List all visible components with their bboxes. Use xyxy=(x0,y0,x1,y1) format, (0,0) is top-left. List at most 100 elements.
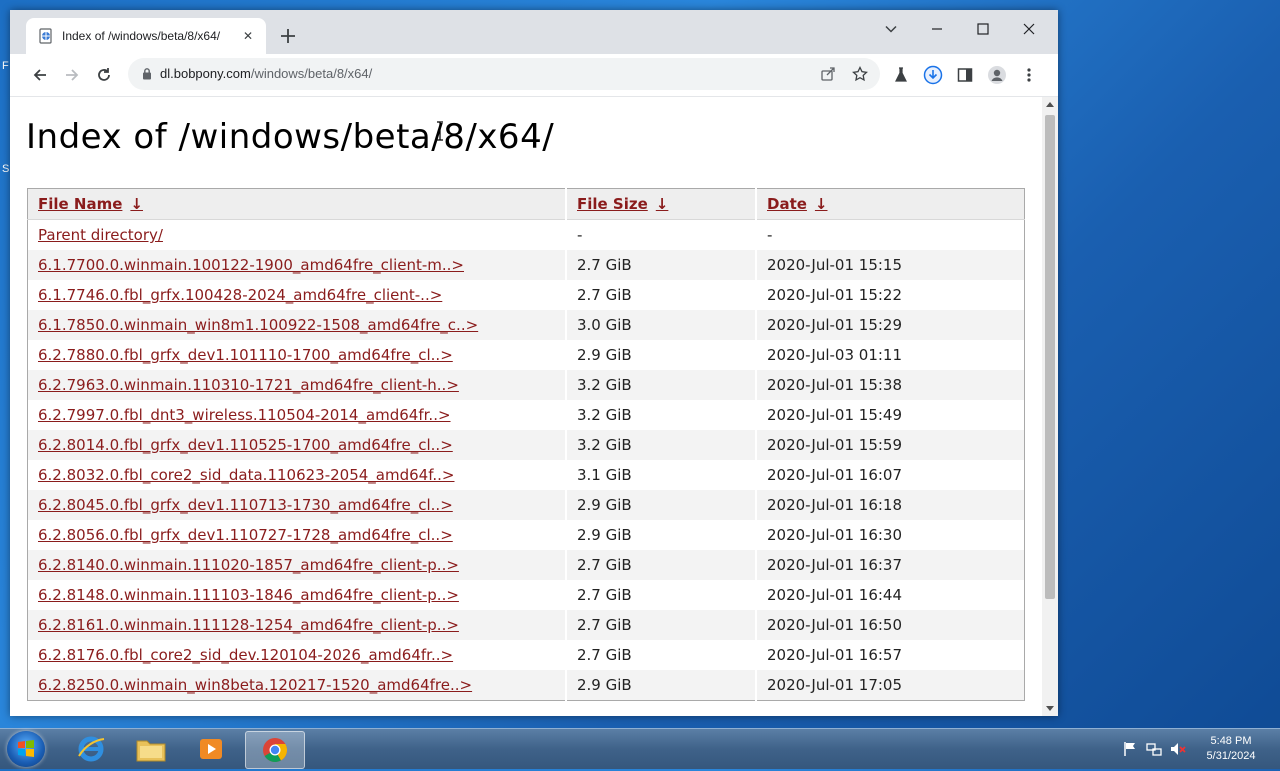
star-icon[interactable] xyxy=(850,64,870,84)
maximize-icon[interactable] xyxy=(972,18,994,40)
forward-arrow-icon[interactable] xyxy=(60,63,84,87)
sort-by-date-link[interactable]: Date ↓ xyxy=(767,195,828,213)
desktop-icon-label-fragment: S xyxy=(2,163,10,175)
clock-time: 5:48 PM xyxy=(1210,735,1252,747)
file-date-cell: 2020-Jul-01 15:22 xyxy=(755,280,1025,310)
action-center-flag-icon[interactable] xyxy=(1122,741,1138,757)
table-row: 6.2.8056.0.fbl_grfx_dev1.110727-1728_amd… xyxy=(28,520,1025,550)
file-link[interactable]: 6.1.7850.0.winmain_win8m1.100922-1508_am… xyxy=(38,316,478,334)
file-date-cell: 2020-Jul-01 16:07 xyxy=(755,460,1025,490)
file-link[interactable]: 6.2.8148.0.winmain.111103-1846_amd64fre_… xyxy=(38,586,459,604)
system-clock[interactable]: 5:48 PM 5/31/2024 xyxy=(1196,734,1266,764)
file-date-cell: 2020-Jul-01 15:15 xyxy=(755,250,1025,280)
file-link[interactable]: 6.2.8161.0.winmain.111128-1254_amd64fre_… xyxy=(38,616,459,634)
tab-close-icon[interactable]: ✕ xyxy=(240,28,256,44)
lock-icon[interactable] xyxy=(142,67,152,80)
file-link[interactable]: 6.2.8056.0.fbl_grfx_dev1.110727-1728_amd… xyxy=(38,526,453,544)
back-arrow-icon[interactable] xyxy=(28,63,52,87)
file-date-cell: 2020-Jul-01 16:30 xyxy=(755,520,1025,550)
browser-titlebar: Index of /windows/beta/8/x64/ ✕ xyxy=(10,10,1058,54)
file-link[interactable]: 6.2.7963.0.winmain.110310-1721_amd64fre_… xyxy=(38,376,459,394)
column-header-date[interactable]: Date ↓ xyxy=(755,188,1025,220)
file-size-cell: 2.7 GiB xyxy=(565,580,756,610)
url-host: dl.bobpony.com xyxy=(160,66,251,81)
file-size-cell: 3.2 GiB xyxy=(565,400,756,430)
file-name-cell: Parent directory/ xyxy=(28,220,567,251)
share-icon[interactable] xyxy=(818,64,838,84)
file-link[interactable]: 6.2.7880.0.fbl_grfx_dev1.101110-1700_amd… xyxy=(38,346,453,364)
download-icon[interactable] xyxy=(922,64,944,86)
column-header-file-size[interactable]: File Size ↓ xyxy=(565,188,756,220)
chrome-icon[interactable] xyxy=(245,731,305,769)
file-name-cell: 6.2.8250.0.winmain_win8beta.120217-1520_… xyxy=(27,670,566,701)
desktop-icon-label-fragment: F xyxy=(2,60,9,72)
flask-icon[interactable] xyxy=(890,64,912,86)
vertical-scrollbar[interactable] xyxy=(1042,97,1058,716)
file-size-cell: 2.7 GiB xyxy=(565,280,756,310)
sort-by-size-link[interactable]: File Size ↓ xyxy=(577,195,668,213)
file-link[interactable]: 6.2.8176.0.fbl_core2_sid_dev.120104-2026… xyxy=(38,646,453,664)
file-date-cell: 2020-Jul-01 15:59 xyxy=(755,430,1025,460)
network-icon[interactable] xyxy=(1146,741,1162,757)
scroll-down-arrow-icon[interactable] xyxy=(1046,706,1054,711)
side-panel-icon[interactable] xyxy=(954,64,976,86)
file-date-cell: 2020-Jul-01 17:05 xyxy=(755,670,1025,701)
file-date-cell: - xyxy=(755,219,1025,250)
file-link[interactable]: 6.1.7746.0.fbl_grfx.100428-2024_amd64fre… xyxy=(38,286,442,304)
file-date-cell: 2020-Jul-03 01:11 xyxy=(755,340,1025,370)
sort-by-name-link[interactable]: File Name ↓ xyxy=(38,195,143,213)
file-link[interactable]: 6.2.7997.0.fbl_dnt3_wireless.110504-2014… xyxy=(38,406,451,424)
file-size-cell: 2.9 GiB xyxy=(565,670,756,701)
tab-active[interactable]: Index of /windows/beta/8/x64/ ✕ xyxy=(26,18,266,54)
clock-date: 5/31/2024 xyxy=(1206,750,1256,762)
table-row: 6.2.8148.0.winmain.111103-1846_amd64fre_… xyxy=(28,580,1025,610)
reload-icon[interactable] xyxy=(92,63,116,87)
file-date-cell: 2020-Jul-01 15:38 xyxy=(755,370,1025,400)
file-size-cell: 2.9 GiB xyxy=(565,340,756,370)
file-size-cell: 3.1 GiB xyxy=(565,460,756,490)
file-size-cell: 2.9 GiB xyxy=(565,520,756,550)
table-row-parent-directory: Parent directory/ - - xyxy=(28,219,1025,251)
table-row: 6.2.8140.0.winmain.111020-1857_amd64fre_… xyxy=(27,550,1025,580)
parent-directory-link[interactable]: Parent directory/ xyxy=(38,226,163,244)
file-link[interactable]: 6.2.8250.0.winmain_win8beta.120217-1520_… xyxy=(38,676,472,694)
file-name-cell: 6.2.8032.0.fbl_core2_sid_data.110623-205… xyxy=(28,460,567,490)
table-row: 6.2.7963.0.winmain.110310-1721_amd64fre_… xyxy=(27,370,1025,400)
file-link[interactable]: 6.2.8140.0.winmain.111020-1857_amd64fre_… xyxy=(38,556,459,574)
scrollbar-thumb[interactable] xyxy=(1045,115,1055,599)
profile-icon[interactable] xyxy=(986,64,1008,86)
file-explorer-icon[interactable] xyxy=(122,731,180,767)
url-text[interactable]: dl.bobpony.com/windows/beta/8/x64/ xyxy=(160,66,372,81)
new-tab-plus-icon[interactable] xyxy=(278,26,298,46)
file-size-cell: 2.9 GiB xyxy=(565,490,756,520)
volume-muted-icon[interactable] xyxy=(1170,741,1186,757)
file-name-cell: 6.2.7880.0.fbl_grfx_dev1.101110-1700_amd… xyxy=(28,340,567,370)
table-row: 6.2.8250.0.winmain_win8beta.120217-1520_… xyxy=(27,670,1025,701)
address-bar[interactable]: dl.bobpony.com/windows/beta/8/x64/ xyxy=(128,58,880,90)
file-size-cell: 2.7 GiB xyxy=(565,250,756,280)
file-link[interactable]: 6.2.8032.0.fbl_core2_sid_data.110623-205… xyxy=(38,466,455,484)
file-link[interactable]: 6.2.8045.0.fbl_grfx_dev1.110713-1730_amd… xyxy=(38,496,453,514)
media-player-icon[interactable] xyxy=(182,731,240,767)
file-size-cell: 3.2 GiB xyxy=(565,370,756,400)
scroll-up-arrow-icon[interactable] xyxy=(1046,102,1054,107)
windows-logo-icon xyxy=(18,740,34,757)
file-name-cell: 6.2.8045.0.fbl_grfx_dev1.110713-1730_amd… xyxy=(27,490,566,520)
file-link[interactable]: 6.1.7700.0.winmain.100122-1900_amd64fre_… xyxy=(38,256,464,274)
file-link[interactable]: 6.2.8014.0.fbl_grfx_dev1.110525-1700_amd… xyxy=(38,436,453,454)
tab-search-chevron-down-icon[interactable] xyxy=(880,18,902,40)
minimize-icon[interactable] xyxy=(926,18,948,40)
page-favicon-icon xyxy=(39,28,52,44)
internet-explorer-icon[interactable] xyxy=(62,731,120,767)
start-button[interactable] xyxy=(7,731,45,767)
kebab-menu-icon[interactable] xyxy=(1018,64,1040,86)
close-window-icon[interactable] xyxy=(1018,18,1040,40)
file-name-cell: 6.2.8014.0.fbl_grfx_dev1.110525-1700_amd… xyxy=(27,430,566,460)
column-header-file-name[interactable]: File Name ↓ xyxy=(27,188,566,220)
file-date-cell: 2020-Jul-01 15:29 xyxy=(755,310,1025,340)
sort-arrow-icon: ↓ xyxy=(814,195,828,213)
table-row: 6.2.8032.0.fbl_core2_sid_data.110623-205… xyxy=(28,460,1025,490)
file-date-cell: 2020-Jul-01 16:50 xyxy=(755,610,1025,640)
file-date-cell: 2020-Jul-01 16:37 xyxy=(755,550,1025,580)
table-row: 6.1.7700.0.winmain.100122-1900_amd64fre_… xyxy=(27,250,1025,280)
